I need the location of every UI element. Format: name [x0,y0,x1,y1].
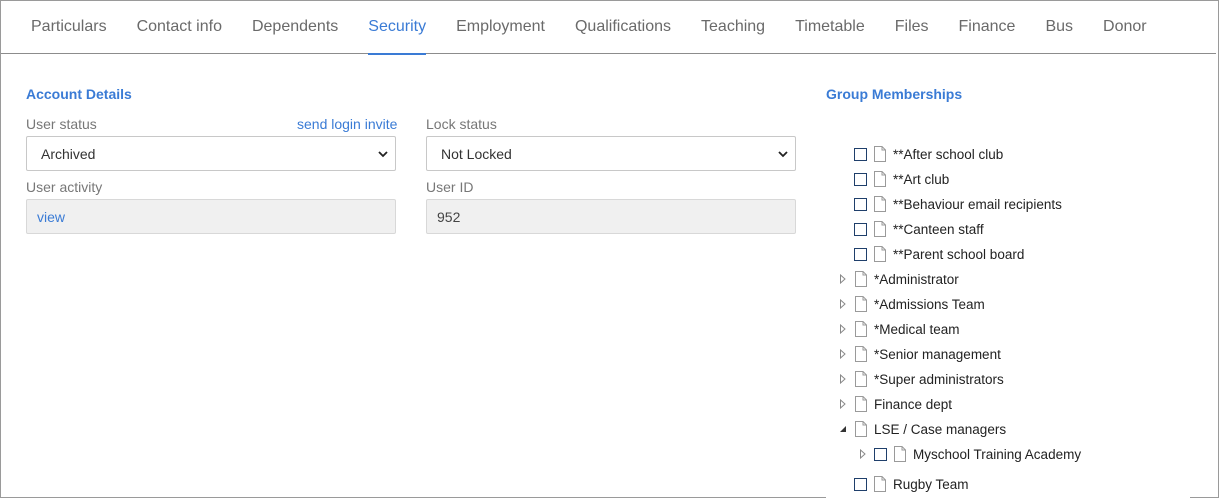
document-icon [874,146,886,162]
group-tree-item-label: *Medical team [874,321,960,337]
document-icon [855,271,867,287]
user-status-label: User status [26,116,97,132]
group-checkbox[interactable] [854,197,867,211]
document-icon [855,346,867,362]
send-login-invite-link[interactable]: send login invite [297,116,397,132]
group-tree-item-label: *Administrator [874,271,959,287]
user-activity-label: User activity [26,179,103,195]
account-details-title: Account Details [26,86,132,102]
document-icon [874,171,886,187]
group-tree-item-label: **After school club [893,146,1004,162]
tab-contact-info[interactable]: Contact info [137,1,222,54]
user-status-value: Archived [41,145,96,162]
group-tree-item-label: LSE / Case managers [874,421,1007,437]
document-icon [855,296,867,312]
tab-finance[interactable]: Finance [959,1,1016,54]
group-tree-item-label: *Admissions Team [874,296,985,312]
expander-spacer [838,149,848,159]
tab-files[interactable]: Files [895,1,929,54]
group-tree: **After school club **Art club **Behaviour… [826,136,1190,498]
lock-status-select[interactable]: Not Locked [426,136,796,171]
group-checkbox[interactable] [854,477,867,491]
chevron-down-icon [378,151,388,158]
group-tree-item[interactable]: *Admissions Team [838,293,985,315]
group-checkbox[interactable] [854,147,867,161]
expander-spacer [838,199,848,209]
document-icon [855,396,867,412]
chevron-down-icon [778,151,788,158]
group-tree-item-label: Finance dept [874,396,953,412]
document-icon [894,446,906,462]
tab-donor[interactable]: Donor [1103,1,1147,54]
document-icon [874,476,886,492]
expand-arrow-icon[interactable] [838,274,848,284]
group-tree-item-label: Rugby Team [893,476,969,492]
group-tree-item[interactable]: **After school club [838,143,1003,165]
group-checkbox[interactable] [854,172,867,186]
user-id-label: User ID [426,179,474,195]
tab-timetable[interactable]: Timetable [795,1,865,54]
group-tree-item[interactable]: LSE / Case managers [838,418,1006,440]
tab-teaching[interactable]: Teaching [701,1,765,54]
collapse-arrow-icon[interactable] [838,424,848,434]
tab-particulars[interactable]: Particulars [31,1,107,54]
group-tree-item-label: **Canteen staff [893,221,984,237]
group-tree-item[interactable]: *Senior management [838,343,1001,365]
document-icon [855,371,867,387]
document-icon [874,196,886,212]
group-tree-item[interactable]: **Art club [838,168,949,190]
document-icon [874,221,886,237]
expand-arrow-icon[interactable] [838,324,848,334]
user-activity-field: view [26,199,396,234]
group-tree-item[interactable]: Rugby Team [838,473,969,495]
group-tree-item[interactable]: **Canteen staff [838,218,984,240]
group-tree-item[interactable]: **Behaviour email recipients [838,193,1062,215]
user-status-select[interactable]: Archived [26,136,396,171]
group-tree-item[interactable]: *Super administrators [838,368,1004,390]
lock-status-label: Lock status [426,116,497,132]
user-id-value: 952 [437,208,461,225]
expander-spacer [838,479,848,489]
tab-employment[interactable]: Employment [456,1,545,54]
document-icon [855,421,867,437]
tab-dependents[interactable]: Dependents [252,1,338,54]
group-tree-item[interactable]: **Parent school board [838,243,1024,265]
expander-spacer [838,249,848,259]
group-memberships-title: Group Memberships [826,86,963,102]
document-icon [874,246,886,262]
tab-bus[interactable]: Bus [1045,1,1073,54]
group-tree-item-label: Myschool Training Academy [913,446,1082,462]
group-tree-item[interactable]: Finance dept [838,393,952,415]
user-activity-view-link[interactable]: view [37,209,65,225]
expand-arrow-icon[interactable] [838,374,848,384]
expand-arrow-icon[interactable] [838,299,848,309]
expand-arrow-icon[interactable] [838,399,848,409]
expand-arrow-icon[interactable] [838,349,848,359]
expand-arrow-icon[interactable] [858,449,868,459]
group-tree-item[interactable]: Myschool Training Academy [858,443,1081,465]
tab-qualifications[interactable]: Qualifications [575,1,671,54]
group-tree-item[interactable]: *Medical team [838,318,960,340]
group-tree-item-label: **Behaviour email recipients [893,196,1062,212]
document-icon [855,321,867,337]
group-tree-item-label: **Parent school board [893,246,1025,262]
user-id-field: 952 [426,199,796,234]
group-tree-item-label: *Senior management [874,346,1001,362]
tab-bar: Particulars Contact info Dependents Securit… [1,1,1216,55]
group-checkbox[interactable] [854,247,867,261]
group-checkbox[interactable] [874,447,887,461]
lock-status-value: Not Locked [441,145,512,162]
group-checkbox[interactable] [854,222,867,236]
group-tree-item-label: **Art club [893,171,950,187]
group-tree-item[interactable]: *Administrator [838,268,959,290]
group-tree-item-label: *Super administrators [874,371,1004,387]
tab-security[interactable]: Security [368,1,426,55]
expander-spacer [838,224,848,234]
expander-spacer [838,174,848,184]
